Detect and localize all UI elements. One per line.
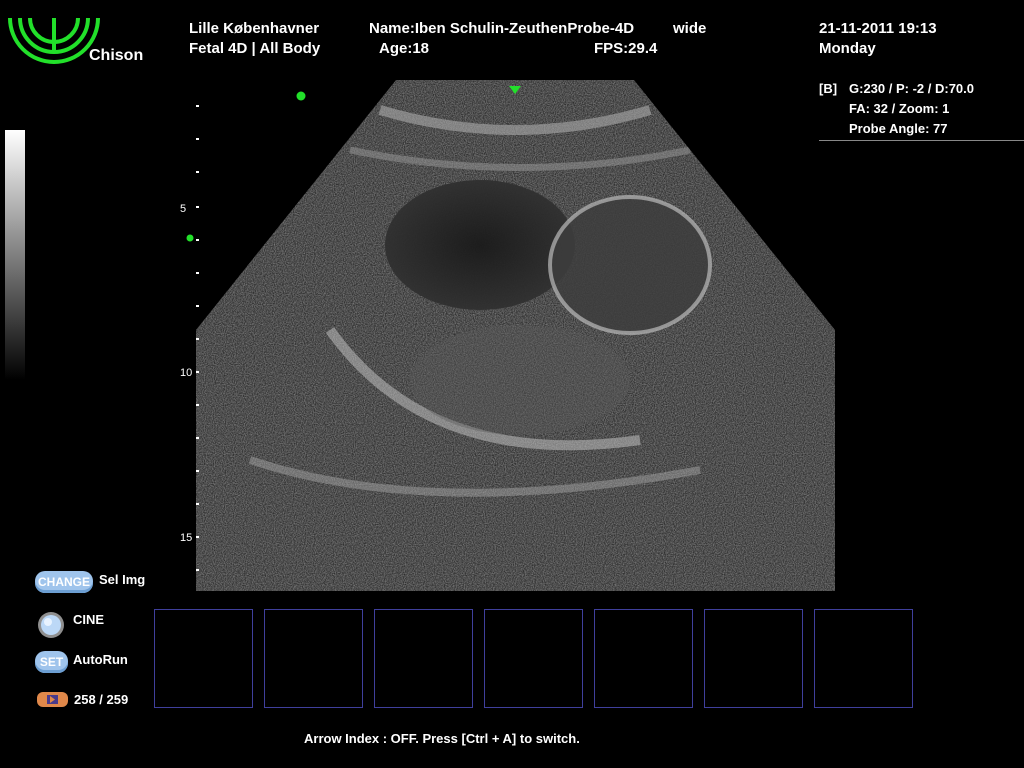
thumbnail-slot-6[interactable] xyxy=(704,609,803,708)
info-divider xyxy=(819,140,1024,141)
patient-name: Name:Iben Schulin-ZeuthenProbe-4D xyxy=(369,20,635,37)
thumbnail-slot-2[interactable] xyxy=(264,609,363,708)
depth-tick xyxy=(196,503,199,505)
frame-rate: FPS:29.4 xyxy=(594,40,658,57)
set-button[interactable]: SET xyxy=(35,651,68,673)
probe-mode: wide xyxy=(673,20,707,37)
change-button[interactable]: CHANGE xyxy=(35,571,93,593)
thumbnail-slot-3[interactable] xyxy=(374,609,473,708)
autorun-label: AutoRun xyxy=(73,652,128,667)
patient-age: Age:18 xyxy=(379,40,430,57)
depth-tick xyxy=(196,105,199,107)
thumbnail-slot-7[interactable] xyxy=(814,609,913,708)
exam-datetime: 21-11-2011 19:13 xyxy=(819,20,937,37)
depth-tick xyxy=(196,138,199,140)
depth-tick xyxy=(196,171,199,173)
brand-name: Chison xyxy=(89,47,144,64)
depth-tick xyxy=(196,305,199,307)
depth-label-10: 10 xyxy=(180,367,193,379)
frame-counter-icon[interactable] xyxy=(36,691,69,708)
depth-tick xyxy=(196,569,199,571)
frame-counter: 258 / 259 xyxy=(74,692,129,707)
sel-img-label: Sel Img xyxy=(99,572,146,587)
chison-logo-icon xyxy=(8,17,100,64)
hospital-name: Lille Københavner xyxy=(189,20,320,37)
probe-angle: Probe Angle: 77 xyxy=(849,121,948,136)
fa-zoom: FA: 32 / Zoom: 1 xyxy=(849,101,950,116)
grayscale-bar xyxy=(5,130,25,380)
depth-tick xyxy=(196,338,199,340)
thumbnail-slot-4[interactable] xyxy=(484,609,583,708)
cine-knob-icon[interactable] xyxy=(36,610,66,640)
depth-tick xyxy=(196,206,199,208)
depth-label-5: 5 xyxy=(180,203,187,215)
cine-label: CINE xyxy=(73,612,105,627)
depth-tick xyxy=(196,536,199,538)
thumbnail-slot-1[interactable] xyxy=(154,609,253,708)
depth-tick xyxy=(196,239,199,241)
depth-tick xyxy=(196,371,199,373)
gain-power-depth: G:230 / P: -2 / D:70.0 xyxy=(849,81,974,96)
depth-tick xyxy=(196,470,199,472)
imaging-mode: [B] xyxy=(819,81,838,96)
depth-tick xyxy=(196,272,199,274)
arrow-index-status: Arrow Index : OFF. Press [Ctrl + A] to s… xyxy=(304,731,580,746)
exam-weekday: Monday xyxy=(819,40,876,57)
exam-type: Fetal 4D | All Body xyxy=(189,40,321,57)
depth-tick xyxy=(196,437,199,439)
thumbnail-slot-5[interactable] xyxy=(594,609,693,708)
depth-label-15: 15 xyxy=(180,532,193,544)
depth-tick xyxy=(196,404,199,406)
